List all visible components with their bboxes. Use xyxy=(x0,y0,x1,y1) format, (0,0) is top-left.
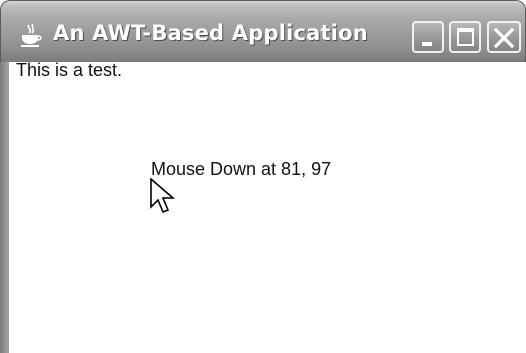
static-text-label: This is a test. xyxy=(16,60,123,80)
window-title: An AWT-Based Application xyxy=(53,21,368,45)
maximize-icon xyxy=(457,28,474,46)
maximize-button[interactable] xyxy=(449,21,481,53)
window-left-border xyxy=(0,62,9,353)
mouse-event-message: Mouse Down at 81, 97 xyxy=(151,159,332,179)
arrow-cursor-icon xyxy=(150,178,176,214)
client-area[interactable] xyxy=(9,62,526,353)
application-window: An AWT-Based Application This is a test.… xyxy=(0,0,526,353)
close-icon xyxy=(493,27,515,49)
title-bar[interactable]: An AWT-Based Application xyxy=(0,0,526,62)
java-icon[interactable] xyxy=(19,23,43,49)
close-button[interactable] xyxy=(487,21,521,53)
minimize-button[interactable] xyxy=(412,21,444,53)
minimize-icon xyxy=(422,42,432,46)
